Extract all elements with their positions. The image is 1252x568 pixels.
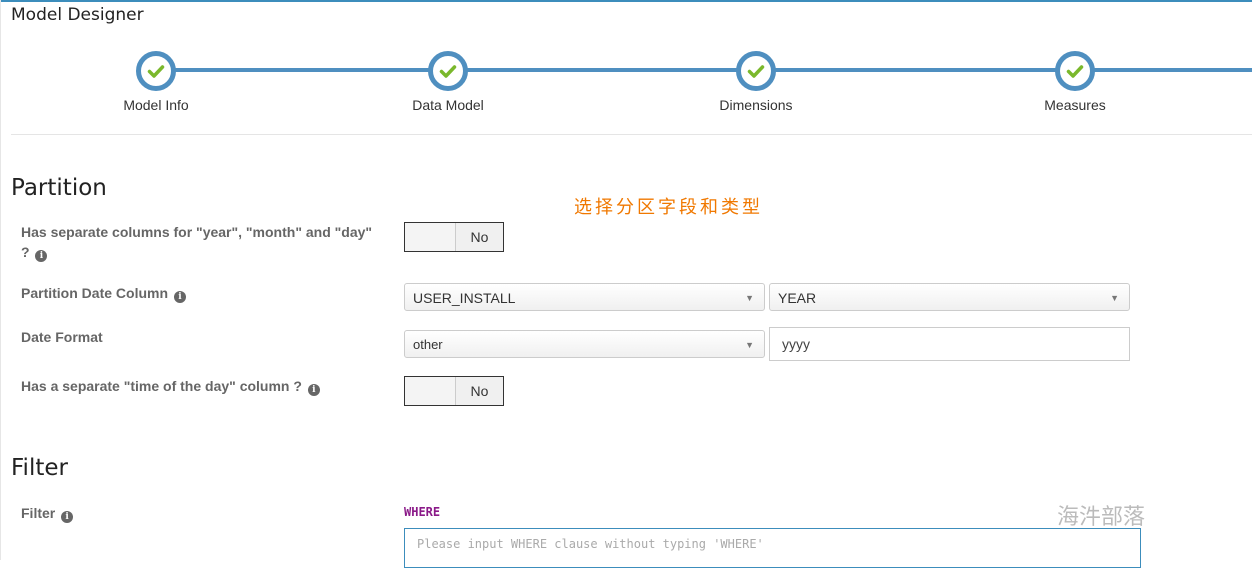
time-of-day-toggle[interactable]: No <box>404 376 504 406</box>
step-circle <box>736 51 776 91</box>
check-icon <box>439 65 457 78</box>
partition-type-select[interactable]: YEAR ▼ <box>769 283 1130 311</box>
check-icon <box>747 65 765 78</box>
select-value: USER_INSTALL <box>413 290 516 306</box>
toggle-state-label: No <box>470 383 489 399</box>
toggle-state-label: No <box>470 229 489 245</box>
input-value: yyyy <box>782 336 810 352</box>
info-icon[interactable]: i <box>35 250 48 262</box>
separate-columns-toggle[interactable]: No <box>404 222 504 252</box>
step-circle <box>136 51 176 91</box>
check-icon <box>147 65 165 78</box>
caret-down-icon: ▼ <box>745 340 754 350</box>
wizard-step-dimensions[interactable]: Dimensions <box>686 40 826 113</box>
step-label: Model Info <box>123 97 189 113</box>
custom-date-format-input[interactable]: yyyy <box>769 327 1130 361</box>
watermark: 海汼部落 <box>1057 505 1146 530</box>
info-icon[interactable]: i <box>307 384 320 396</box>
filter-label-text: Filter <box>21 505 56 521</box>
partition-column-select[interactable]: USER_INSTALL ▼ <box>404 283 765 311</box>
toggle-handle[interactable] <box>405 223 456 251</box>
check-icon <box>1066 65 1084 78</box>
toggle-handle[interactable] <box>405 377 456 405</box>
section-divider <box>11 134 1252 135</box>
page-title: Model Designer <box>11 5 144 25</box>
separate-columns-label: Has separate columns for "year", "month"… <box>21 222 372 262</box>
separate-columns-label-qmark: ? <box>21 244 30 260</box>
top-accent-bar <box>0 0 1252 2</box>
step-circle <box>428 51 468 91</box>
caret-down-icon: ▼ <box>1110 293 1119 303</box>
date-format-label: Date Format <box>21 329 103 345</box>
separate-columns-label-text: Has separate columns for "year", "month"… <box>21 224 373 240</box>
filter-label: Filter i <box>21 503 74 523</box>
caret-down-icon: ▼ <box>745 293 754 303</box>
wizard-step-measures[interactable]: Measures <box>1005 40 1145 113</box>
time-of-day-label: Has a separate "time of the day" column … <box>21 376 320 396</box>
partition-title: Partition <box>11 175 107 201</box>
filter-title: Filter <box>11 455 68 481</box>
partition-date-column-label: Partition Date Column i <box>21 283 186 303</box>
step-label: Data Model <box>412 97 484 113</box>
date-format-select[interactable]: other ▼ <box>404 330 765 358</box>
info-icon[interactable]: i <box>173 291 186 303</box>
where-clause-placeholder: Please input WHERE clause without typing… <box>417 537 764 551</box>
info-icon[interactable]: i <box>61 511 74 523</box>
time-of-day-label-text: Has a separate "time of the day" column … <box>21 378 302 394</box>
annotation-text: 选择分区字段和类型 <box>574 197 763 217</box>
select-value: YEAR <box>778 290 817 306</box>
step-label: Dimensions <box>719 97 793 113</box>
where-keyword: WHERE <box>404 505 441 519</box>
step-circle <box>1055 51 1095 91</box>
where-clause-input[interactable]: Please input WHERE clause without typing… <box>404 528 1141 568</box>
wizard-steps: Model Info Data Model Dimensions Measure… <box>0 40 1252 120</box>
partition-date-column-label-text: Partition Date Column <box>21 285 169 301</box>
wizard-step-data-model[interactable]: Data Model <box>378 40 518 113</box>
step-label: Measures <box>1044 97 1106 113</box>
select-value: other <box>413 337 443 352</box>
wizard-step-model-info[interactable]: Model Info <box>86 40 226 113</box>
